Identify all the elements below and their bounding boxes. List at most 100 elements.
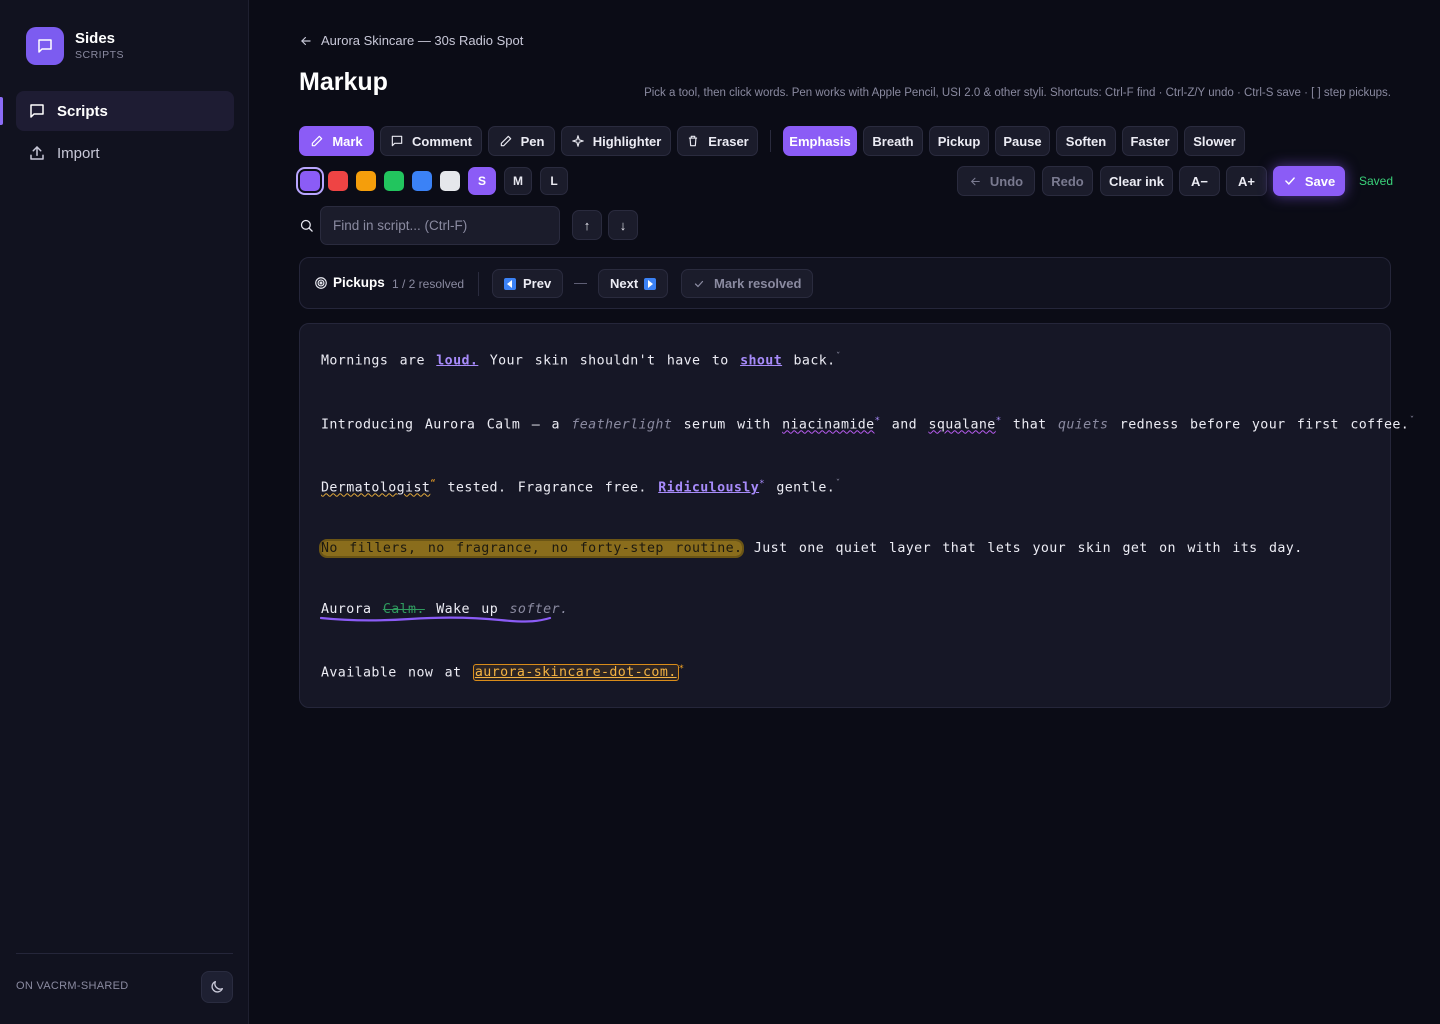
page-title: Markup [299, 68, 388, 96]
redo-button[interactable]: Redo [1042, 166, 1093, 196]
mark-tool-button[interactable]: Mark [299, 126, 374, 156]
check-icon [1283, 174, 1297, 188]
comment-icon [390, 134, 404, 148]
size-medium-button[interactable]: M [504, 167, 532, 195]
script-editor[interactable]: Mornings are loud. Your skin shouldn't h… [299, 323, 1415, 708]
font-increase-button[interactable]: A+ [1226, 166, 1267, 196]
toolbar-divider [770, 130, 771, 152]
breath-mark-icon: ˇ [835, 479, 842, 489]
breadcrumb[interactable]: Aurora Skincare — 30s Radio Spot [299, 33, 523, 48]
sidebar: Sides SCRIPTS Scripts Import ON VACRM-SH… [0, 0, 249, 1024]
message-square-icon [28, 102, 46, 120]
pickups-divider [478, 272, 479, 296]
sidebar-nav: Scripts Import [16, 91, 234, 175]
size-small-button[interactable]: S [468, 167, 496, 195]
save-label: Save [1304, 173, 1336, 189]
comment-tool-button[interactable]: Comment [380, 126, 482, 156]
color-swatch-orange[interactable] [356, 171, 376, 191]
pickup-button[interactable]: Pickup [929, 126, 989, 156]
sidebar-item-scripts[interactable]: Scripts [16, 91, 234, 131]
pickups-panel: Pickups 1 / 2 resolved Prev — Next Mark … [299, 257, 1391, 309]
soften-mark[interactable]: quiets [1058, 417, 1108, 432]
previous-icon [504, 277, 516, 290]
breath-mark-icon: ˇ [835, 352, 842, 362]
emphasis-button[interactable]: Emphasis [783, 126, 857, 156]
undo-button[interactable]: Undo [957, 166, 1035, 196]
emphasis-mark[interactable]: Ridiculously [658, 480, 759, 495]
mark-resolved-label: Mark resolved [714, 276, 802, 291]
pickup-badge-icon: * [678, 664, 685, 674]
sidebar-footer: ON VACRM-SHARED [16, 953, 233, 1003]
soften-mark[interactable]: featherlight [571, 417, 672, 432]
script-text: that [1001, 417, 1058, 433]
pause-button[interactable]: Pause [995, 126, 1050, 156]
sidebar-item-import[interactable]: Import [16, 133, 234, 173]
breath-button[interactable]: Breath [863, 126, 923, 156]
script-text: Mornings are [321, 353, 437, 369]
font-decrease-button[interactable]: A− [1179, 166, 1220, 196]
next-label: Next [610, 276, 639, 291]
eraser-tool-label: Eraser [708, 133, 749, 149]
pickups-title-label: Pickups [333, 275, 385, 290]
highlighter-tool-button[interactable]: Highlighter [561, 126, 671, 156]
save-status: Saved [1359, 174, 1394, 188]
brand-name: Sides [75, 30, 116, 47]
search-icon [299, 218, 314, 233]
script-line[interactable]: Available now at aurora-skincare-dot-com… [321, 664, 685, 682]
eraser-tool-button[interactable]: Eraser [677, 126, 758, 156]
highlight-mark[interactable]: No fillers, no fragrance, no forty-step … [321, 541, 743, 556]
active-indicator [0, 97, 3, 125]
prev-pickup-button[interactable]: Prev [492, 269, 564, 298]
color-swatch-white[interactable] [440, 171, 460, 191]
script-text: Available now at [321, 665, 473, 681]
sidebar-item-label: Scripts [57, 102, 108, 120]
script-text: Introducing Aurora Calm — a [321, 417, 572, 433]
trash-icon [686, 134, 700, 148]
pen-tool-button[interactable]: Pen [488, 126, 555, 156]
script-line[interactable]: No fillers, no fragrance, no forty-step … [321, 541, 1303, 556]
size-large-button[interactable]: L [540, 167, 568, 195]
color-swatch-green[interactable] [384, 171, 404, 191]
search-input[interactable] [320, 206, 560, 245]
sparkle-icon [571, 134, 585, 148]
pickup-mark[interactable]: niacinamide [782, 417, 874, 432]
moon-icon [209, 979, 225, 995]
save-button[interactable]: Save [1273, 166, 1345, 196]
color-swatch-purple[interactable] [296, 167, 324, 195]
find-previous-button[interactable]: ↑ [572, 210, 602, 240]
faster-button[interactable]: Faster [1122, 126, 1178, 156]
check-icon [693, 278, 705, 290]
arrow-left-icon [299, 34, 313, 48]
emphasis-mark[interactable]: loud. [436, 353, 478, 368]
color-swatch-blue[interactable] [412, 171, 432, 191]
script-line[interactable]: Dermatologist“ tested. Fragrance free. R… [321, 479, 841, 495]
script-text: tested. Fragrance free. [436, 480, 659, 496]
sidebar-item-label: Import [57, 144, 100, 162]
pickup-mark[interactable]: squalane [928, 417, 995, 432]
message-square-icon [26, 27, 64, 65]
prev-label: Prev [523, 276, 552, 291]
brand: Sides SCRIPTS [26, 27, 124, 65]
color-swatch-red[interactable] [328, 171, 348, 191]
pickup-url-mark[interactable]: aurora-skincare-dot-com. [472, 664, 679, 682]
soften-button[interactable]: Soften [1056, 126, 1116, 156]
highlighter-tool-label: Highlighter [592, 133, 662, 149]
find-next-button[interactable]: ↓ [608, 210, 638, 240]
breath-mark-icon: ˇ [1409, 416, 1416, 426]
pen-tool-label: Pen [520, 133, 545, 149]
script-line[interactable]: Introducing Aurora Calm — a featherlight… [321, 416, 1415, 432]
undo-label: Undo [989, 173, 1024, 189]
script-text: Just one quiet layer that lets your skin… [742, 541, 1303, 556]
comment-mark[interactable]: Dermatologist [321, 480, 430, 495]
script-text: back. [782, 353, 836, 369]
arrow-left-icon [969, 175, 982, 188]
pen-icon [499, 134, 513, 148]
clear-ink-button[interactable]: Clear ink [1100, 166, 1173, 196]
mark-resolved-button[interactable]: Mark resolved [681, 269, 814, 298]
script-line[interactable]: Mornings are loud. Your skin shouldn't h… [321, 352, 841, 368]
theme-toggle-button[interactable] [201, 971, 233, 1003]
emphasis-mark[interactable]: shout [740, 353, 782, 368]
slower-button[interactable]: Slower [1184, 126, 1245, 156]
next-pickup-button[interactable]: Next [598, 269, 669, 298]
breadcrumb-label: Aurora Skincare — 30s Radio Spot [321, 33, 524, 48]
